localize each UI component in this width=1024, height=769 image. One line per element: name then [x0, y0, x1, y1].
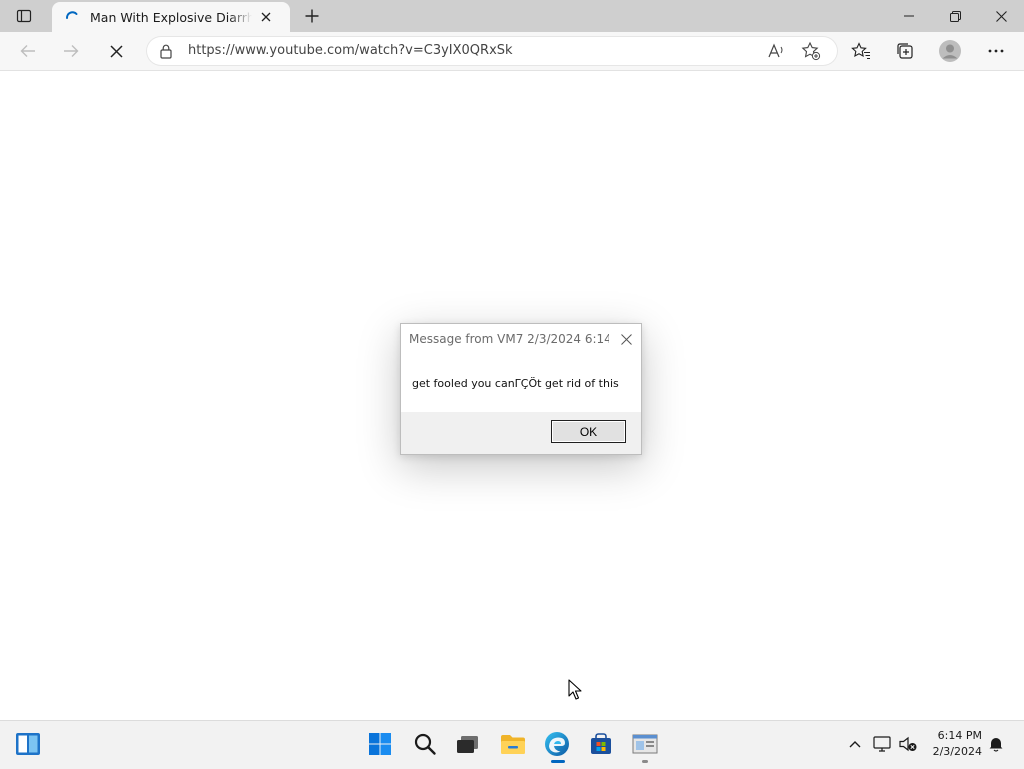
running-app-button[interactable]	[631, 730, 659, 758]
task-view-button[interactable]	[453, 730, 481, 758]
show-hidden-icons-button[interactable]	[846, 734, 864, 754]
widgets-button[interactable]	[14, 730, 42, 758]
tab-close-button[interactable]	[256, 7, 276, 27]
favorites-button[interactable]	[846, 36, 876, 66]
tab-actions-icon	[16, 9, 32, 23]
active-tab[interactable]: Man With Explosive Diarrhea Makes It Thr…	[52, 2, 290, 32]
dialog-close-button[interactable]	[617, 330, 635, 348]
alert-dialog: Message from VM7 2/3/2024 6:14 P... get …	[400, 323, 642, 455]
minimize-icon	[904, 15, 914, 17]
start-button[interactable]	[366, 730, 394, 758]
folder-icon	[501, 735, 525, 754]
forward-arrow-icon	[64, 45, 79, 57]
read-aloud-icon[interactable]	[766, 40, 788, 62]
volume-button[interactable]	[898, 734, 918, 754]
widgets-icon	[16, 733, 40, 755]
dialog-title: Message from VM7 2/3/2024 6:14 P...	[409, 332, 609, 346]
windows-start-icon	[369, 733, 391, 755]
notification-bell-icon	[989, 738, 1003, 752]
app-window-icon	[632, 734, 658, 754]
system-clock[interactable]: 6:14 PM 2/3/2024	[922, 728, 982, 760]
window-close-button[interactable]	[978, 0, 1024, 32]
task-view-icon	[457, 736, 478, 753]
ok-button[interactable]: OK	[551, 420, 626, 443]
stop-x-icon	[109, 44, 123, 58]
favorites-star-icon	[851, 42, 870, 59]
restore-button[interactable]	[932, 0, 978, 32]
minimize-button[interactable]	[886, 0, 932, 32]
forward-button[interactable]	[56, 36, 86, 66]
collections-button[interactable]	[890, 36, 920, 66]
mouse-pointer-icon	[568, 679, 582, 700]
chevron-up-icon	[849, 741, 861, 748]
clock-date: 2/3/2024	[932, 745, 982, 758]
edge-icon	[545, 732, 569, 756]
tab-actions-menu-button[interactable]	[6, 3, 42, 29]
microsoft-store-button[interactable]	[587, 730, 615, 758]
notification-center-button[interactable]	[986, 734, 1006, 754]
clock-time: 6:14 PM	[937, 729, 982, 742]
file-explorer-button[interactable]	[499, 730, 527, 758]
settings-more-button[interactable]	[981, 36, 1011, 66]
edge-browser-button[interactable]	[543, 730, 571, 758]
address-bar[interactable]: https://www.youtube.com/watch?v=C3yIX0QR…	[146, 36, 838, 66]
new-tab-button[interactable]	[300, 4, 324, 28]
tab-title: Man With Explosive Diarrhea Makes It Thr…	[90, 9, 252, 25]
search-button[interactable]	[411, 730, 439, 758]
stop-loading-button[interactable]	[101, 36, 131, 66]
back-button[interactable]	[13, 36, 43, 66]
close-icon	[620, 333, 632, 345]
search-icon	[414, 733, 436, 755]
url-text[interactable]: https://www.youtube.com/watch?v=C3yIX0QR…	[188, 43, 513, 58]
dialog-message: get fooled you canΓÇÖt get rid of this	[412, 377, 619, 390]
profile-button[interactable]	[935, 36, 965, 66]
network-status-button[interactable]	[872, 734, 892, 754]
app-running-indicator	[642, 760, 648, 763]
loading-spinner-icon	[64, 9, 80, 25]
store-icon	[591, 733, 611, 754]
add-favorite-star-icon[interactable]	[800, 40, 822, 62]
network-icon	[873, 736, 891, 752]
close-icon	[261, 12, 271, 22]
volume-muted-icon	[899, 736, 917, 752]
collections-icon	[897, 43, 913, 59]
lock-icon[interactable]	[158, 42, 174, 60]
ellipsis-icon	[988, 49, 1004, 53]
edge-running-indicator	[551, 760, 565, 763]
dialog-footer: OK	[401, 412, 641, 454]
restore-icon	[949, 10, 961, 22]
close-icon	[995, 10, 1007, 22]
avatar	[939, 40, 961, 62]
back-arrow-icon	[20, 45, 35, 57]
plus-icon	[305, 9, 319, 23]
